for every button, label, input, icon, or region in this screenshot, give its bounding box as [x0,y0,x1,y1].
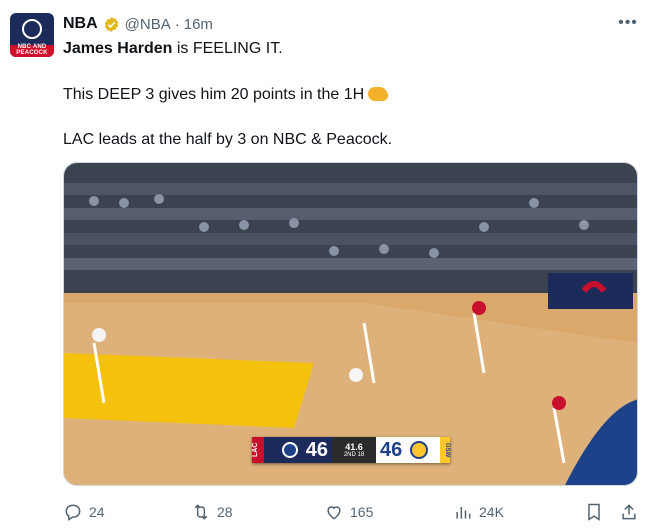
verified-badge-icon[interactable] [103,16,120,33]
warriors-logo-icon [410,441,429,459]
scorebug-right-team-tag: GSW [440,437,450,463]
avatar-basketball-icon [22,19,42,39]
tweet-timestamp[interactable]: 16m [184,16,213,33]
scorebug-right-score: 46 [380,438,403,461]
scorebug-left-score: 46 [305,438,328,461]
account-avatar[interactable]: NBC AND PEACOCK [10,13,54,57]
scorebug-clock: 41.6 2ND 18 [332,437,376,463]
reply-count: 24 [89,504,105,520]
account-handle[interactable]: @NBA [125,16,171,33]
like-button[interactable]: 165 [324,500,373,524]
repost-count: 28 [217,504,233,520]
repost-button[interactable]: 28 [191,500,233,524]
tweet-line-1-rest: is FEELING IT. [172,40,283,57]
tweet-text-line-2: This DEEP 3 gives him 20 points in the 1… [63,85,389,105]
tweet-line-2-text: This DEEP 3 gives him 20 points in the 1… [63,86,365,103]
video-media[interactable]: LAC 46 41.6 2ND 18 46 GSW [63,162,638,486]
views-bar-chart-icon [456,507,471,519]
heart-icon [327,506,341,520]
tweet-text-line-3: LAC leads at the half by 3 on NBC & Peac… [63,131,393,148]
tweet-text-line-1: James Harden is FEELING IT. [63,39,283,59]
tweet-mention-name: James Harden [63,40,173,57]
scorebug-period: 2ND 18 [343,452,365,458]
bookmark-button[interactable] [584,500,610,524]
scorebug-left-team: 46 [264,437,332,463]
reply-button[interactable]: 24 [63,500,105,524]
view-count: 24K [479,504,504,520]
bookmark-icon [588,503,600,521]
scorebug-left-team-tag: LAC [252,437,264,463]
avatar-logo-text: NBC AND PEACOCK [16,44,48,56]
clippers-logo-icon [281,442,298,458]
share-icon [622,504,636,520]
like-count: 165 [350,504,374,520]
tweet-header: NBA @NBA · 16m [63,14,213,34]
repost-icon [194,504,208,520]
reply-icon [65,504,81,521]
more-options-icon[interactable]: ••• [618,14,638,34]
views-button[interactable]: 24K [453,500,504,524]
scorebug: LAC 46 41.6 2ND 18 46 GSW [252,437,450,463]
scorebug-clock-time: 41.6 [345,442,363,452]
tweet-actions-bar: 24 28 165 24K [63,500,643,524]
scorebug-right-team: 46 [376,437,440,463]
share-button[interactable] [619,500,645,524]
display-name[interactable]: NBA [63,15,98,33]
header-separator: · [174,15,180,33]
handshake-emoji-icon [368,87,389,101]
